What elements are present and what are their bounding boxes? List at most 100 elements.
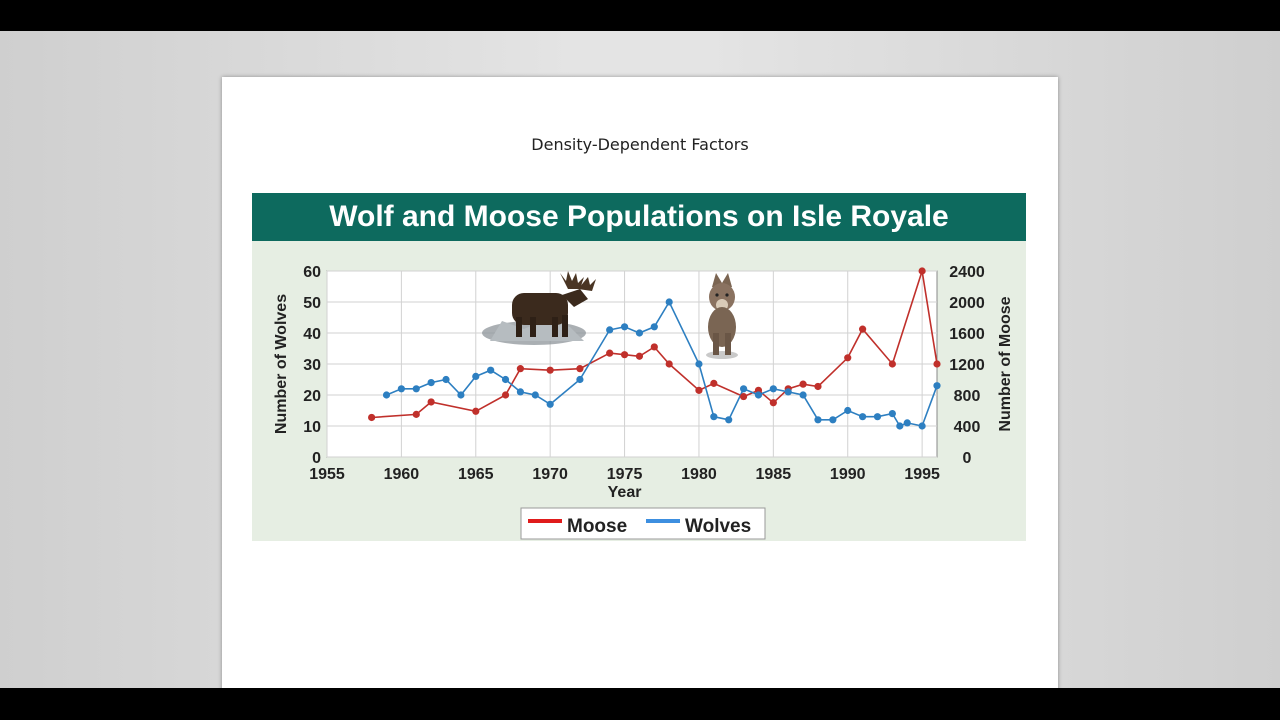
slide: Density-Dependent Factors Wolf and Moose… (222, 77, 1058, 705)
wolves-point (844, 406, 852, 415)
wolves-point (754, 391, 763, 399)
wolves-point (472, 372, 480, 380)
moose-point (814, 382, 822, 391)
moose-point (859, 325, 867, 333)
wolves-point (695, 360, 703, 368)
moose-point (472, 407, 480, 415)
wolves-point (487, 366, 495, 374)
left-y-tick-label: 20 (303, 388, 321, 405)
wolves-point (635, 329, 644, 337)
right-y-tick-label: 2400 (949, 264, 985, 281)
wolves-point (546, 400, 554, 408)
wolves-point (397, 385, 405, 393)
legend-wolves-label: Wolves (685, 516, 751, 537)
moose-point (710, 379, 718, 387)
wolves-point (650, 323, 658, 331)
x-tick-labels: 1955 1960 1965 1970 1975 1980 1985 1990 1995 (309, 466, 940, 483)
x-tick-label: 1955 (309, 466, 345, 483)
moose-point (501, 391, 510, 399)
wolves-point (516, 388, 525, 396)
chart-title: Wolf and Moose Populations on Isle Royal… (252, 193, 1026, 241)
wolves-point (903, 419, 911, 427)
moose-point (546, 366, 554, 374)
x-tick-label: 1965 (458, 466, 494, 483)
x-tick-label: 1975 (607, 466, 643, 483)
wolves-point (896, 422, 904, 430)
moose-point (844, 354, 852, 362)
wolves-point (710, 413, 718, 421)
wolves-point (665, 298, 673, 306)
wolves-point (620, 323, 629, 331)
moose-point (368, 413, 376, 422)
wolves-point (873, 413, 882, 421)
wolves-point (814, 416, 822, 424)
x-tick-label: 1985 (756, 466, 792, 483)
moose-point (799, 380, 807, 388)
moose-point (769, 399, 777, 407)
moose-point (665, 360, 673, 368)
moose-point (427, 398, 435, 406)
line-chart: 1955 1960 1965 1970 1975 1980 1985 1990 1995 0 10… (273, 264, 1014, 540)
wolves-point (859, 413, 867, 421)
right-y-axis-label: Number of Moose (997, 296, 1014, 431)
slide-title: Density-Dependent Factors (531, 135, 749, 154)
moose-point (918, 267, 926, 275)
wolves-point (725, 416, 733, 424)
left-y-tick-label: 10 (303, 419, 321, 436)
right-y-tick-label: 800 (954, 388, 981, 405)
moose-point (412, 410, 420, 418)
wolves-point (769, 385, 777, 393)
x-axis-label: Year (608, 484, 642, 501)
wolves-point (412, 385, 420, 393)
right-y-tick-label: 0 (963, 450, 972, 467)
right-y-tick-label: 400 (954, 419, 981, 436)
x-tick-label: 1960 (384, 466, 420, 483)
moose-point (739, 392, 748, 401)
left-y-tick-label: 40 (303, 326, 321, 343)
moose-point (695, 386, 703, 394)
left-y-axis-label: Number of Wolves (273, 294, 290, 434)
wolves-point (739, 385, 748, 393)
left-y-tick-label: 60 (303, 264, 321, 281)
left-y-tick-label: 30 (303, 357, 321, 374)
moose-point (516, 365, 525, 373)
moose-point (650, 343, 658, 351)
wolves-point (829, 416, 837, 424)
legend-moose-label: Moose (567, 516, 627, 537)
chart-figure: Wolf and Moose Populations on Isle Royal… (252, 193, 1026, 541)
moose-point (635, 352, 644, 360)
letterbox-top (0, 0, 1280, 31)
wolves-point (784, 388, 792, 396)
moose-point (888, 360, 896, 368)
wolves-point (531, 391, 539, 399)
wolves-point (501, 375, 510, 384)
right-y-tick-label: 1600 (949, 326, 985, 343)
left-y-tick-label: 0 (312, 450, 321, 467)
wolves-point (457, 391, 465, 399)
moose-point (620, 351, 629, 359)
wolves-point (576, 375, 584, 384)
wolves-point (606, 326, 614, 334)
wolves-point (933, 382, 941, 390)
x-tick-label: 1980 (681, 466, 717, 483)
right-y-tick-label: 1200 (949, 357, 985, 374)
wolves-point (442, 375, 450, 384)
right-y-tick-labels: 0 400 800 1200 1600 2000 2400 (949, 264, 985, 467)
left-y-tick-labels: 0 10 20 30 40 50 60 (303, 264, 321, 467)
moose-point (606, 349, 614, 357)
moose-point (933, 360, 941, 368)
right-y-tick-label: 2000 (949, 295, 985, 312)
legend: Moose Wolves (520, 507, 766, 540)
wolves-point (918, 422, 926, 430)
left-y-tick-label: 50 (303, 295, 321, 312)
wolves-point (799, 391, 807, 399)
wolves-point (888, 410, 896, 418)
wolves-point (382, 391, 391, 399)
x-tick-label: 1990 (830, 466, 866, 483)
moose-point (576, 365, 584, 373)
letterbox-bottom (0, 688, 1280, 720)
x-tick-label: 1970 (532, 466, 568, 483)
wolves-point (427, 379, 435, 387)
presentation-stage: Density-Dependent Factors Wolf and Moose… (0, 31, 1280, 705)
x-tick-label: 1995 (904, 466, 940, 483)
